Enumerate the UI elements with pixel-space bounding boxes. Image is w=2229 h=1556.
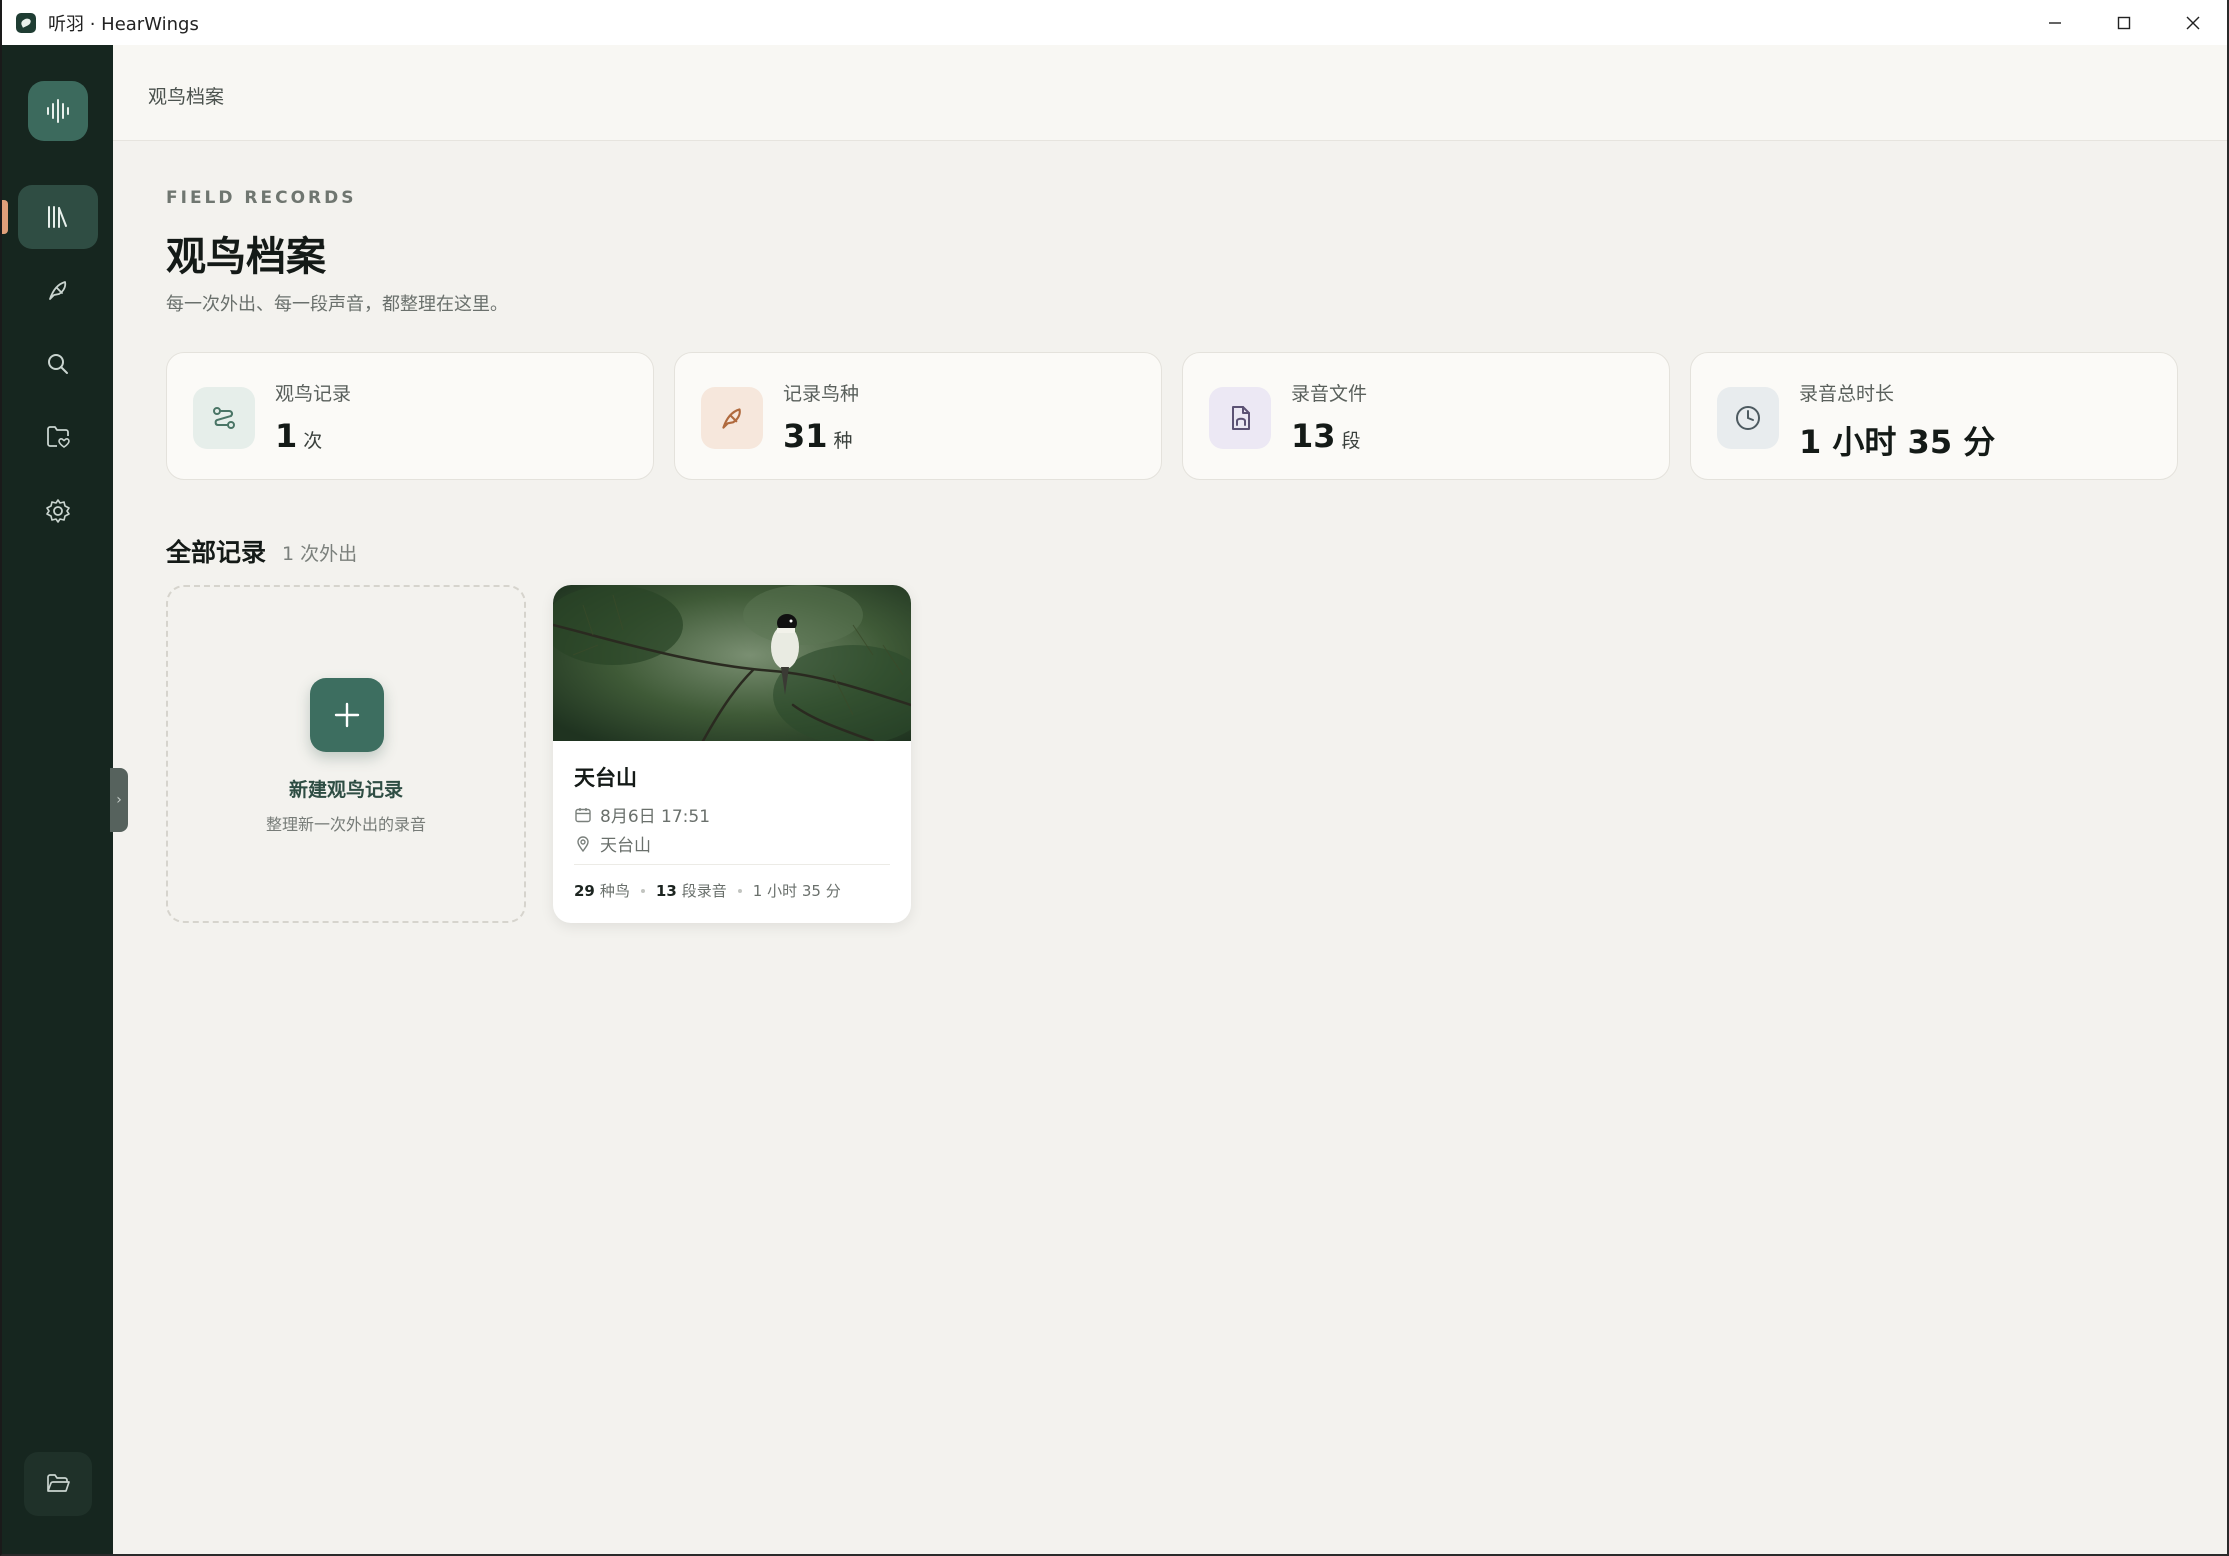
stat-card-audio-files: 录音文件 13 段 [1182,352,1670,480]
minimize-icon [2048,21,2061,24]
new-record-card[interactable]: 新建观鸟记录 整理新一次外出的录音 [166,585,526,923]
route-icon [193,387,255,449]
record-stats: 29 种鸟 13 段录音 1 小时 35 分 [574,880,841,901]
close-icon [2186,16,2199,29]
page-eyebrow: FIELD RECORDS [166,188,357,208]
breadcrumb: 观鸟档案 [148,86,225,108]
maximize-icon [2117,16,2130,29]
stat-label: 录音总时长 [1799,383,1895,405]
clock-icon [1717,387,1779,449]
species-label: 种鸟 [599,882,630,900]
search-icon [48,354,68,374]
folder-heart-icon [47,426,70,448]
sidebar-logo[interactable] [28,81,88,141]
window-title: 听羽 · HearWings [48,13,199,35]
record-card[interactable]: 天台山 8月6日 17:51 天台山 29 种鸟 13 段录音 1 小时 35 … [553,585,911,923]
record-location-row: 天台山 [574,831,651,856]
library-icon [48,206,67,228]
sidebar-item-records[interactable] [18,185,98,249]
recording-count: 13 [655,881,677,900]
stat-label: 记录鸟种 [783,383,860,405]
record-title: 天台山 [574,766,637,790]
sidebar-item-settings[interactable] [18,479,98,543]
stat-value: 1 小时 35 分 [1799,423,1996,461]
main-header: 观鸟档案 [113,45,2227,141]
stat-card-records: 观鸟记录 1次 [166,352,654,480]
page-subtitle: 每一次外出、每一段声音，都整理在这里。 [166,294,508,315]
stat-value: 1次 [275,417,323,455]
species-count: 29 [574,881,595,900]
sidebar-open-folder-button[interactable] [24,1452,92,1516]
app-logo-icon [16,12,36,33]
record-photo [553,585,911,741]
section-title: 全部记录 [166,538,267,567]
sidebar [2,45,113,1554]
sidebar-item-search[interactable] [18,332,98,396]
add-record-button[interactable] [310,678,384,752]
stat-value: 31 种 [783,417,853,455]
new-record-subtitle: 整理新一次外出的录音 [265,815,426,834]
close-button[interactable] [2158,0,2227,45]
record-divider [574,864,890,865]
waveform-icon [47,99,69,123]
folder-open-icon [47,1474,70,1492]
bird-icon [701,387,763,449]
sidebar-collapse-handle[interactable]: › [110,768,128,832]
title-bar: 听羽 · HearWings [2,0,2227,46]
recording-label: 段录音 [681,882,727,900]
record-duration: 1 小时 35 分 [752,882,841,900]
minimize-button[interactable] [2020,0,2089,45]
calendar-icon [575,807,591,822]
location-pin-icon [577,835,589,852]
maximize-button[interactable] [2089,0,2158,45]
bird-icon [49,281,67,300]
separator-dot [640,888,645,893]
window-controls [2020,0,2227,45]
active-indicator [2,200,8,234]
chevron-right-icon: › [116,792,122,808]
stat-label: 观鸟记录 [275,383,352,405]
stat-card-species: 记录鸟种 31 种 [674,352,1162,480]
stat-card-duration: 录音总时长 1 小时 35 分 [1690,352,2178,480]
stat-value: 13 段 [1291,417,1361,455]
app-window: 听羽 · HearWings › 观鸟档案 FIELD RECORDS 观鸟档案… [0,0,2229,1556]
record-date-row: 8月6日 17:51 [574,802,710,827]
plus-icon [334,702,360,728]
new-record-title: 新建观鸟记录 [288,779,403,801]
stat-label: 录音文件 [1291,383,1368,405]
audio-file-icon [1209,387,1271,449]
record-date: 8月6日 17:51 [600,807,711,827]
sidebar-item-birds[interactable] [18,258,98,322]
section-count: 1 次外出 [282,543,358,565]
record-location: 天台山 [600,836,651,856]
separator-dot [737,888,742,893]
sidebar-item-favorites[interactable] [18,405,98,469]
page-title: 观鸟档案 [166,234,326,280]
gear-icon [46,499,70,523]
